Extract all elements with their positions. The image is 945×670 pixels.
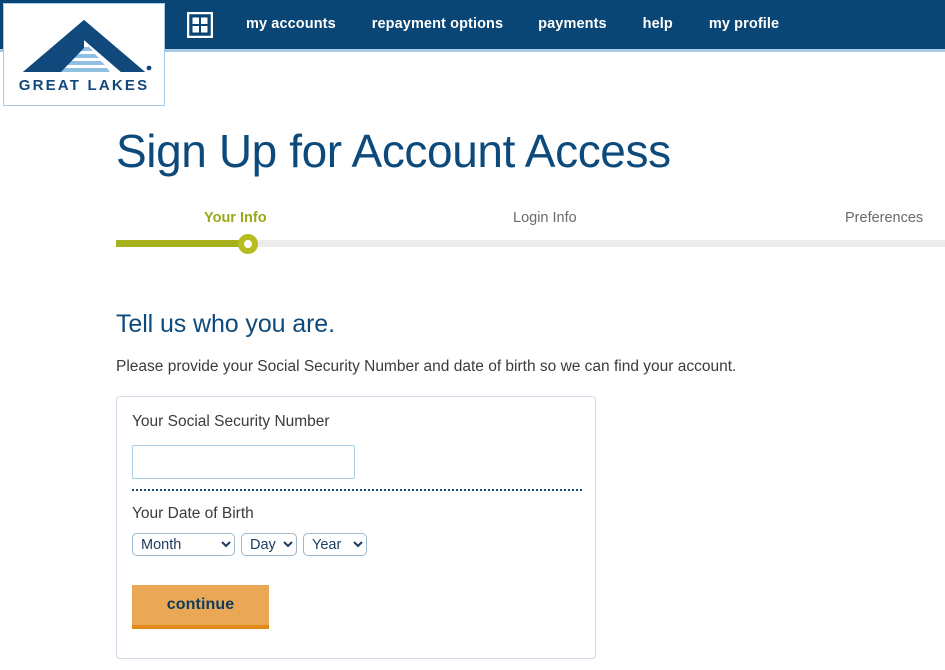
continue-button[interactable]: continue <box>132 585 269 629</box>
dob-selectors: MonthJanuaryFebruaryMarchAprilMayJuneJul… <box>132 533 367 556</box>
dob-day-select[interactable]: Day12345 <box>241 533 297 556</box>
great-lakes-logo-mark: GREAT LAKES <box>19 19 152 94</box>
nav-item-my-profile[interactable]: my profile <box>709 0 779 49</box>
nav-item-my-accounts[interactable]: my accounts <box>246 0 336 49</box>
nav-item-payments[interactable]: payments <box>538 0 607 49</box>
progress-fill <box>116 240 249 247</box>
ssn-input[interactable] <box>132 445 355 479</box>
step-label-preferences[interactable]: Preferences <box>845 210 923 226</box>
logo-wordmark: GREAT LAKES <box>19 77 150 94</box>
progress-knob <box>238 234 258 254</box>
identity-form-card: Your Social Security Number Your Date of… <box>116 396 596 659</box>
ssn-field-label: Your Social Security Number <box>132 413 330 430</box>
nav-item-repayment-options[interactable]: repayment options <box>372 0 503 49</box>
grid-menu-icon[interactable] <box>187 12 213 38</box>
great-lakes-logo[interactable]: GREAT LAKES <box>3 3 165 106</box>
step-label-login-info[interactable]: Login Info <box>513 210 577 226</box>
section-description: Please provide your Social Security Numb… <box>116 358 737 375</box>
step-label-your-info[interactable]: Your Info <box>204 210 267 226</box>
dob-month-select[interactable]: MonthJanuaryFebruaryMarchAprilMayJuneJul… <box>132 533 235 556</box>
nav-links: my accounts repayment options payments h… <box>246 0 779 49</box>
section-heading: Tell us who you are. <box>116 310 335 338</box>
page-title: Sign Up for Account Access <box>116 125 671 177</box>
form-divider <box>132 489 582 491</box>
nav-item-help[interactable]: help <box>643 0 673 49</box>
dob-year-select[interactable]: Year2000199919981997 <box>303 533 367 556</box>
dob-field-label: Your Date of Birth <box>132 505 254 522</box>
signup-step-indicator: Your Info Login Info Preferences <box>116 210 945 232</box>
